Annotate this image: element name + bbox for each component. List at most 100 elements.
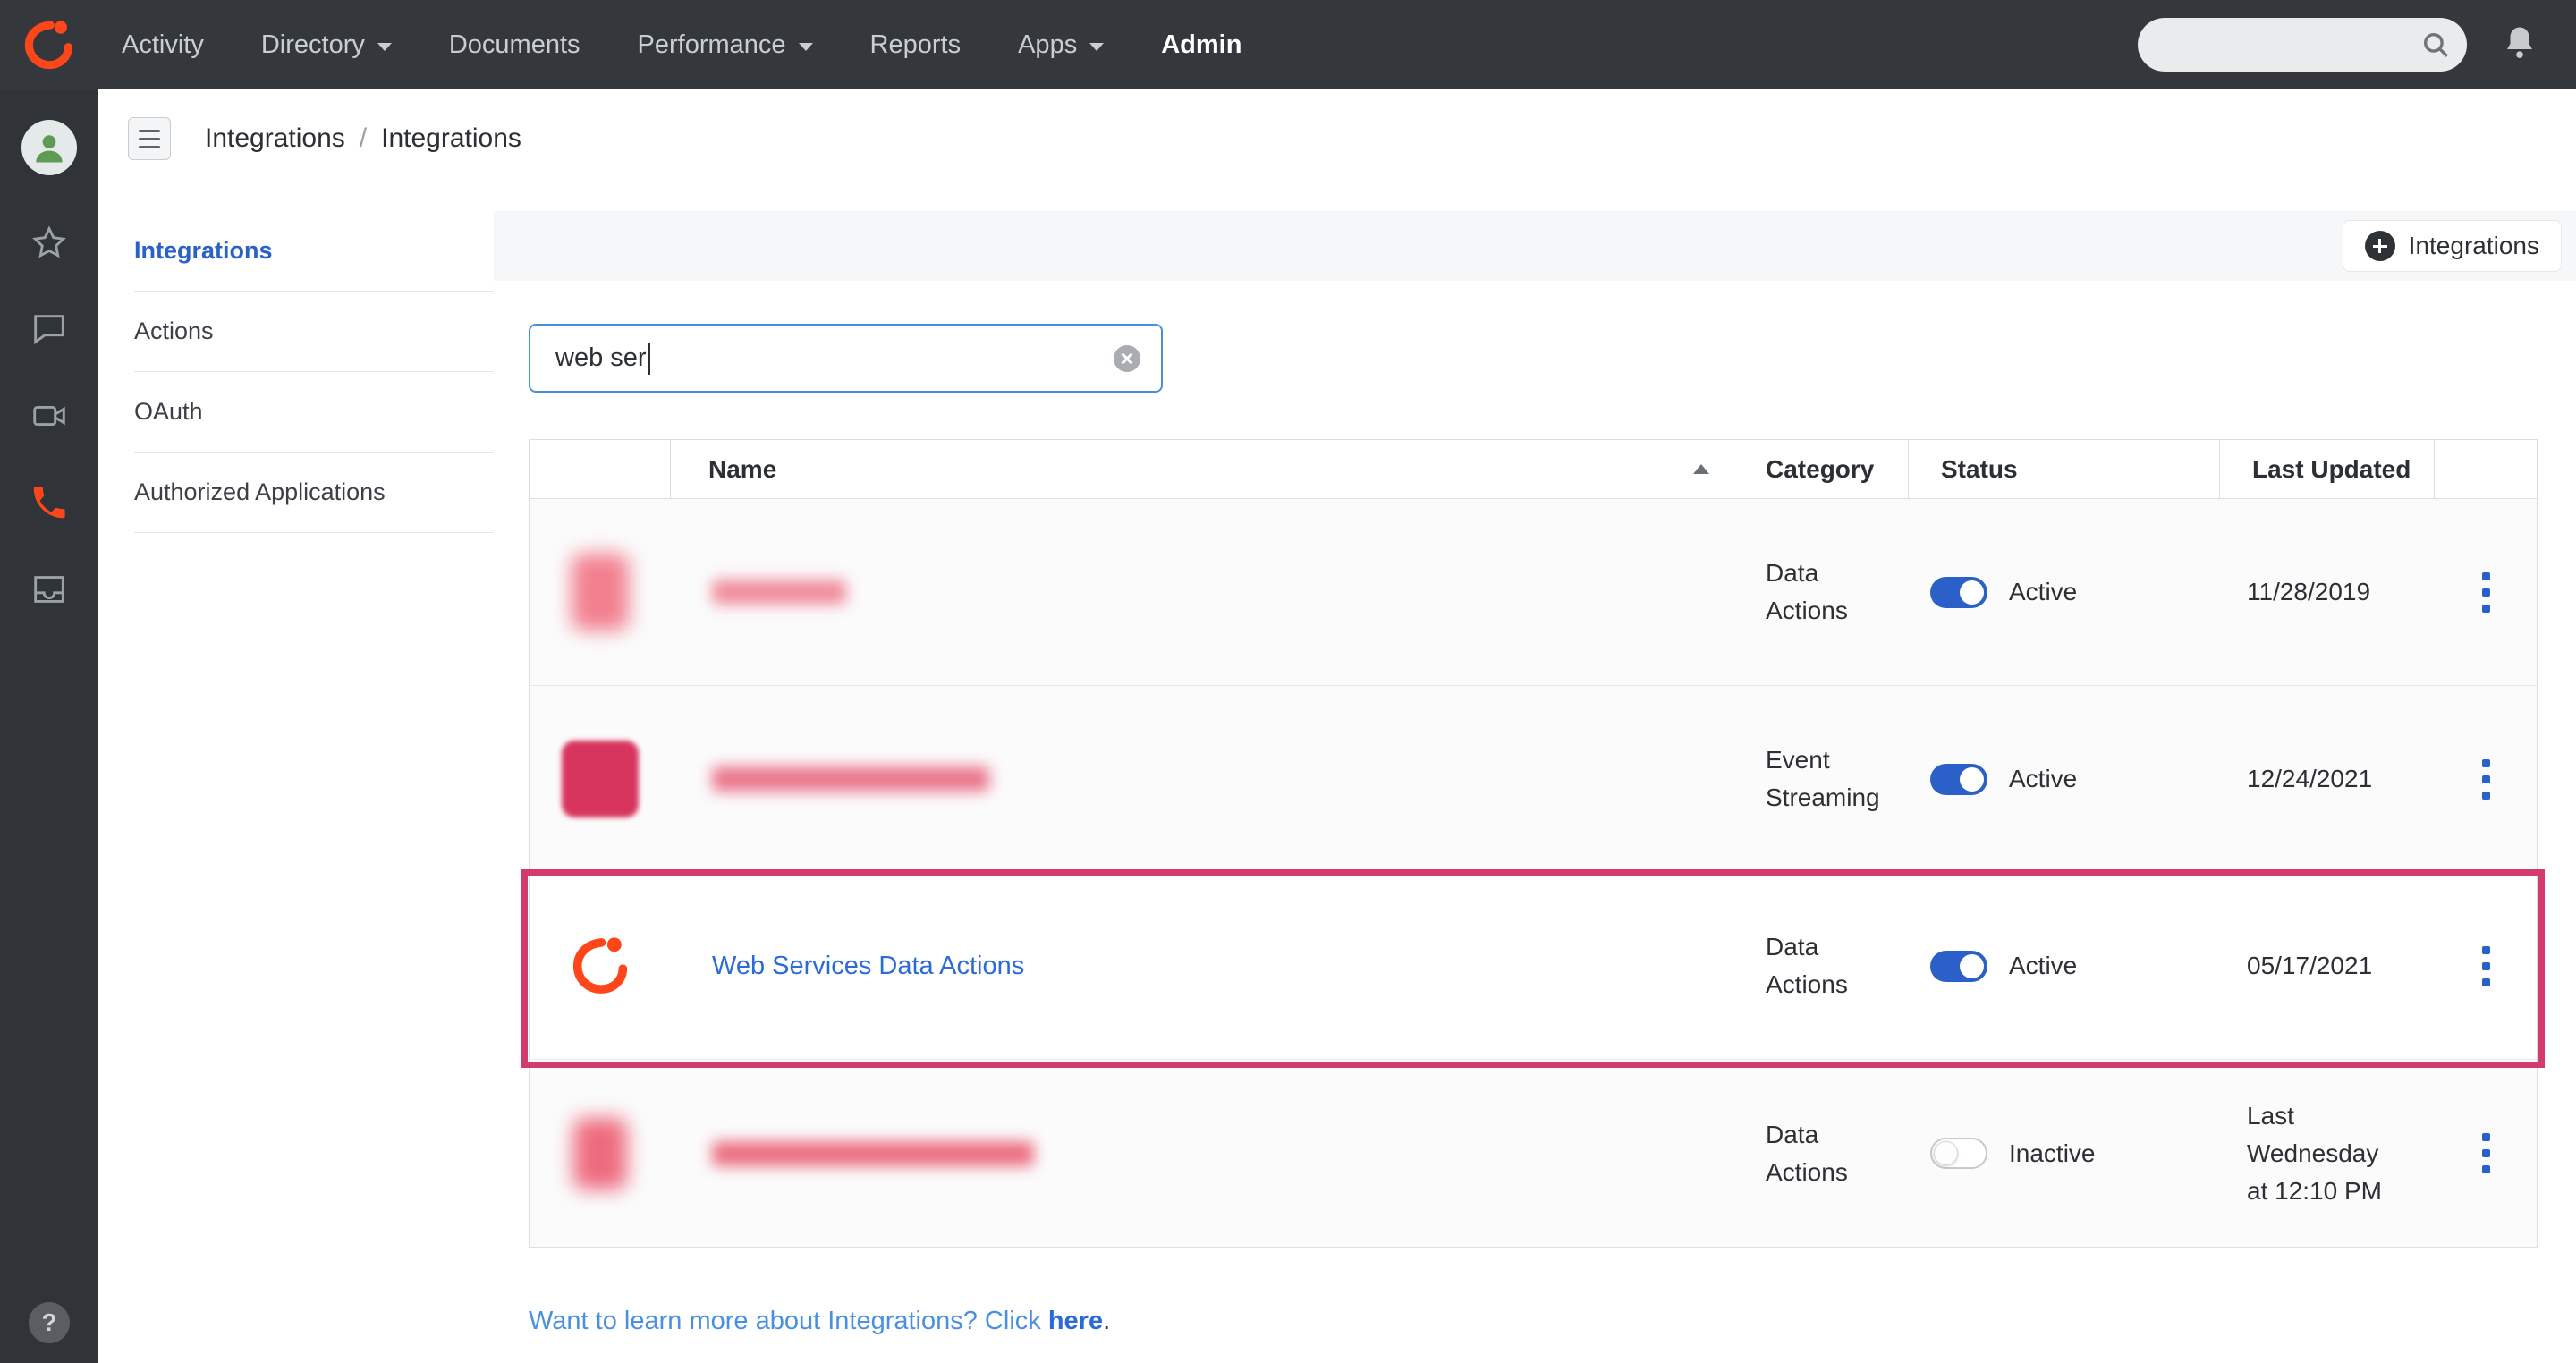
col-category[interactable]: Category <box>1733 440 1909 498</box>
inbox-icon[interactable] <box>29 569 70 614</box>
table-row-web-services-data-actions[interactable]: Web Services Data Actions Data Actions A… <box>530 873 2537 1060</box>
chevron-down-icon <box>1089 43 1104 51</box>
genesys-logo[interactable] <box>0 17 98 72</box>
sidemenu-label: Actions <box>134 317 214 345</box>
nav-admin[interactable]: Admin <box>1161 30 1241 60</box>
integration-name-link[interactable]: Web Services Data Actions <box>712 952 1024 981</box>
status-toggle[interactable] <box>1930 764 1987 795</box>
content-area: Integrations Actions OAuth Authorized Ap… <box>98 188 2576 1363</box>
breadcrumb-page: Integrations <box>381 123 521 154</box>
kebab-menu-icon[interactable] <box>2473 1124 2499 1182</box>
nav-apps-label: Apps <box>1018 30 1077 60</box>
video-icon[interactable] <box>29 395 70 441</box>
category-cell: Data Actions <box>1733 1060 1909 1247</box>
kebab-menu-icon[interactable] <box>2473 750 2499 808</box>
toggle-knob <box>1960 954 1984 978</box>
app-root: Activity Directory Documents Performance… <box>0 0 2576 1363</box>
chevron-down-icon <box>799 43 813 51</box>
sort-ascending-icon[interactable] <box>1693 464 1709 474</box>
integrations-table: Name Category Status Last Updated Data A… <box>529 439 2538 1248</box>
col-last-updated[interactable]: Last Updated <box>2220 440 2435 498</box>
sidemenu-item-integrations[interactable]: Integrations <box>134 211 494 292</box>
redacted-integration-name[interactable] <box>712 766 989 792</box>
nav-activity[interactable]: Activity <box>122 30 204 60</box>
nav-reports[interactable]: Reports <box>870 30 962 60</box>
breadcrumb: Integrations / Integrations <box>205 123 521 154</box>
col-actions <box>2435 440 2537 498</box>
genesys-app-icon <box>566 932 634 1000</box>
kebab-menu-icon[interactable] <box>2473 563 2499 622</box>
kebab-menu-icon[interactable] <box>2473 937 2499 995</box>
help-icon[interactable]: ? <box>29 1302 70 1343</box>
last-updated-cell: 11/28/2019 <box>2220 499 2435 685</box>
nav-directory[interactable]: Directory <box>261 30 392 60</box>
add-integrations-button[interactable]: Integrations <box>2343 220 2562 272</box>
nav-admin-label: Admin <box>1161 30 1241 60</box>
redacted-integration-name[interactable] <box>712 580 846 605</box>
breadcrumb-separator: / <box>360 123 367 154</box>
status-label: Inactive <box>2009 1139 2096 1168</box>
nav-performance-label: Performance <box>638 30 786 60</box>
favorites-star-icon[interactable] <box>29 222 70 267</box>
integration-app-icon <box>562 741 639 817</box>
nav-apps[interactable]: Apps <box>1018 30 1104 60</box>
nav-directory-label: Directory <box>261 30 365 60</box>
status-toggle[interactable] <box>1930 577 1987 608</box>
nav-performance[interactable]: Performance <box>638 30 813 60</box>
last-updated-cell: Last Wednesday at 12:10 PM <box>2220 1060 2435 1247</box>
col-last-updated-label: Last Updated <box>2252 455 2411 484</box>
status-toggle[interactable] <box>1930 951 1987 982</box>
toggle-knob <box>1934 1141 1958 1165</box>
clear-search-icon[interactable] <box>1111 343 1143 375</box>
genesys-logo-icon <box>21 17 77 72</box>
nav-documents[interactable]: Documents <box>449 30 580 60</box>
category-cell: Data Actions <box>1733 499 1909 685</box>
menu-toggle-button[interactable] <box>128 117 171 160</box>
status-label: Active <box>2009 578 2077 606</box>
global-search-input[interactable] <box>2138 18 2467 72</box>
col-status[interactable]: Status <box>1909 440 2220 498</box>
col-name-label: Name <box>708 455 776 484</box>
table-row[interactable]: Data Actions Active 11/28/2019 <box>530 499 2537 686</box>
sidemenu-item-oauth[interactable]: OAuth <box>134 372 494 453</box>
col-name[interactable]: Name <box>671 440 1733 498</box>
chevron-down-icon <box>377 43 392 51</box>
learn-more-suffix: . <box>1103 1307 1110 1335</box>
search-value: web ser <box>555 343 647 373</box>
sidemenu-item-actions[interactable]: Actions <box>134 292 494 372</box>
search-row: web ser <box>529 324 2576 393</box>
learn-more-note: Want to learn more about Integrations? C… <box>529 1307 2576 1336</box>
category-cell: Event Streaming <box>1733 686 1909 872</box>
table-row[interactable]: Event Streaming Active 12/24/2021 <box>530 686 2537 873</box>
left-rail: ? <box>0 89 98 1363</box>
breadcrumb-section[interactable]: Integrations <box>205 123 345 154</box>
status-toggle[interactable] <box>1930 1138 1987 1169</box>
redacted-integration-name[interactable] <box>712 1141 1034 1166</box>
plus-icon <box>2365 231 2395 261</box>
filter-search-input[interactable]: web ser <box>529 324 1163 393</box>
integration-app-icon <box>573 1118 627 1189</box>
top-nav: Activity Directory Documents Performance… <box>0 0 2576 89</box>
top-nav-right <box>2138 18 2576 72</box>
status-label: Active <box>2009 765 2077 793</box>
nav-documents-label: Documents <box>449 30 580 60</box>
sidemenu-label: Authorized Applications <box>134 478 386 506</box>
sidemenu-label: OAuth <box>134 398 203 426</box>
chat-icon[interactable] <box>29 309 70 354</box>
search-icon <box>2420 30 2451 60</box>
status-label: Active <box>2009 952 2077 980</box>
phone-icon[interactable] <box>29 482 70 528</box>
col-icon <box>530 440 671 498</box>
notifications-bell-icon[interactable] <box>2501 24 2538 66</box>
learn-more-link[interactable]: here <box>1048 1307 1103 1335</box>
col-category-label: Category <box>1766 455 1874 484</box>
user-avatar[interactable] <box>21 120 77 175</box>
breadcrumb-bar: Integrations / Integrations <box>98 89 2576 188</box>
integrations-side-menu: Integrations Actions OAuth Authorized Ap… <box>98 188 494 1363</box>
sidemenu-label: Integrations <box>134 237 273 265</box>
table-row[interactable]: Data Actions Inactive Last Wednesday at … <box>530 1060 2537 1247</box>
col-status-label: Status <box>1941 455 2018 484</box>
nav-reports-label: Reports <box>870 30 962 60</box>
sidemenu-item-authorized-applications[interactable]: Authorized Applications <box>134 453 494 533</box>
integration-app-icon <box>572 554 629 631</box>
